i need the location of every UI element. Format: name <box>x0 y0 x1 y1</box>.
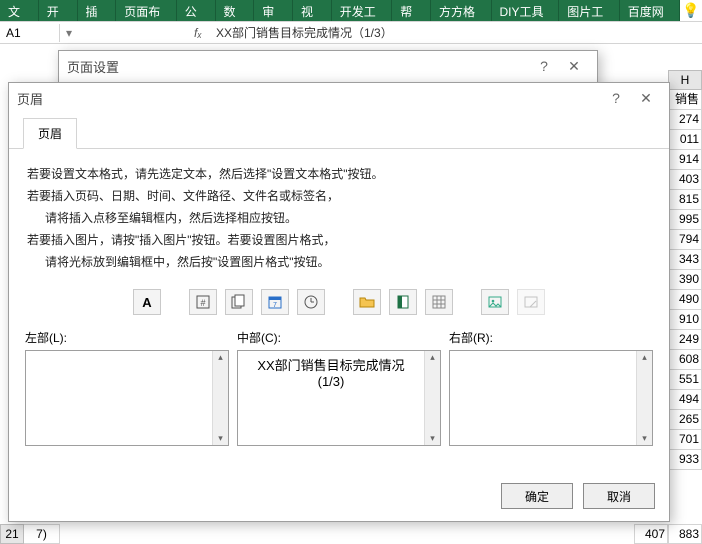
ribbon: 文件 开始 插入 页面布局 公式 数据 审阅 视图 开发工具 帮助 方方格子 D… <box>0 0 702 22</box>
svg-text:7: 7 <box>273 302 277 309</box>
fx-icon[interactable]: fₓ <box>188 26 208 40</box>
cell[interactable]: 608 <box>668 350 702 370</box>
name-box-dropdown-icon[interactable]: ▾ <box>60 26 78 40</box>
instruction-line: 请将光标放到编辑框中，然后按"设置图片格式"按钮。 <box>27 251 651 273</box>
insert-picture-icon[interactable] <box>481 289 509 315</box>
grid-column-h: H 销售 274 011 914 403 815 995 794 343 390… <box>668 70 702 470</box>
tab-header[interactable]: 页眉 <box>23 118 77 149</box>
right-section-input[interactable] <box>450 351 636 445</box>
ribbon-tab-review[interactable]: 审阅 <box>254 0 293 21</box>
scrollbar[interactable]: ▴▾ <box>636 351 652 445</box>
instruction-line: 请将插入点移至编辑框内，然后选择相应按钮。 <box>27 207 651 229</box>
center-section-label: 中部(C): <box>237 329 441 346</box>
cell[interactable]: 883 <box>668 524 702 544</box>
close-icon[interactable]: ✕ <box>631 90 661 107</box>
format-picture-icon[interactable] <box>517 289 545 315</box>
cell-label[interactable]: 销售 <box>668 90 702 110</box>
ribbon-tab-ffgz[interactable]: 方方格子 <box>431 0 492 21</box>
cell[interactable]: 490 <box>668 290 702 310</box>
scrollbar[interactable]: ▴▾ <box>212 351 228 445</box>
ribbon-tab-formulas[interactable]: 公式 <box>177 0 216 21</box>
right-section-box[interactable]: ▴▾ <box>449 350 653 446</box>
scrollbar[interactable]: ▴▾ <box>424 351 440 445</box>
formula-bar-row: A1 ▾ fₓ XX部门销售目标完成情况（1/3） <box>0 22 702 44</box>
time-icon[interactable] <box>297 289 325 315</box>
ribbon-tab-pictools[interactable]: 图片工具 <box>559 0 620 21</box>
cell-a21[interactable]: 7) <box>24 524 60 544</box>
date-icon[interactable]: 7 <box>261 289 289 315</box>
cell[interactable]: 249 <box>668 330 702 350</box>
page-setup-title: 页面设置 <box>67 57 529 76</box>
ribbon-tab-data[interactable]: 数据 <box>216 0 255 21</box>
svg-text:#: # <box>200 298 205 308</box>
file-path-icon[interactable] <box>353 289 381 315</box>
row-header-area: 21 <box>0 524 24 544</box>
ribbon-tab-pagelayout[interactable]: 页面布局 <box>116 0 177 21</box>
cell[interactable]: 794 <box>668 230 702 250</box>
sheet-name-icon[interactable] <box>425 289 453 315</box>
cell[interactable]: 995 <box>668 210 702 230</box>
cell[interactable]: 265 <box>668 410 702 430</box>
col-header-h[interactable]: H <box>668 70 702 90</box>
file-name-icon[interactable] <box>389 289 417 315</box>
header-dialog: 页眉 ? ✕ 页眉 若要设置文本格式，请先选定文本，然后选择"设置文本格式"按钮… <box>8 82 670 522</box>
ribbon-tab-insert[interactable]: 插入 <box>78 0 117 21</box>
tab-strip: 页眉 <box>9 113 669 149</box>
cell[interactable]: 910 <box>668 310 702 330</box>
ribbon-tab-home[interactable]: 开始 <box>39 0 78 21</box>
total-pages-icon[interactable] <box>225 289 253 315</box>
cell[interactable]: 274 <box>668 110 702 130</box>
text-format-icon[interactable]: A <box>133 289 161 315</box>
center-section-input[interactable] <box>238 351 424 445</box>
page-number-icon[interactable]: # <box>189 289 217 315</box>
center-section-box[interactable]: ▴▾ <box>237 350 441 446</box>
ribbon-tab-baidu[interactable]: 百度网盘 <box>620 0 681 21</box>
cell[interactable]: 390 <box>668 270 702 290</box>
left-section-input[interactable] <box>26 351 212 445</box>
cell[interactable]: 815 <box>668 190 702 210</box>
cell[interactable]: 403 <box>668 170 702 190</box>
dialog-buttons: 确定 取消 <box>501 483 655 509</box>
tell-me-icon[interactable]: 💡 <box>680 0 702 21</box>
instruction-line: 若要插入页码、日期、时间、文件路径、文件名或标签名， <box>27 185 651 207</box>
cell[interactable]: 011 <box>668 130 702 150</box>
cell[interactable]: 407 <box>634 524 668 544</box>
cell[interactable]: 701 <box>668 430 702 450</box>
cell[interactable]: 343 <box>668 250 702 270</box>
ok-button[interactable]: 确定 <box>501 483 573 509</box>
formula-bar[interactable]: XX部门销售目标完成情况（1/3） <box>208 22 702 43</box>
cell[interactable]: 933 <box>668 450 702 470</box>
help-icon[interactable]: ? <box>601 90 631 106</box>
ribbon-tab-help[interactable]: 帮助 <box>392 0 431 21</box>
ribbon-tab-file[interactable]: 文件 <box>0 0 39 21</box>
cell[interactable]: 551 <box>668 370 702 390</box>
close-icon[interactable]: ✕ <box>559 58 589 75</box>
header-toolbar: A # 7 <box>9 279 669 329</box>
cancel-button[interactable]: 取消 <box>583 483 655 509</box>
ribbon-tab-view[interactable]: 视图 <box>293 0 332 21</box>
instruction-line: 若要设置文本格式，请先选定文本，然后选择"设置文本格式"按钮。 <box>27 163 651 185</box>
left-section-box[interactable]: ▴▾ <box>25 350 229 446</box>
ribbon-tab-developer[interactable]: 开发工具 <box>332 0 393 21</box>
instructions: 若要设置文本格式，请先选定文本，然后选择"设置文本格式"按钮。 若要插入页码、日… <box>9 149 669 279</box>
ribbon-tab-diy[interactable]: DIY工具箱 <box>492 0 560 21</box>
name-box[interactable]: A1 <box>0 24 60 42</box>
header-dialog-title: 页眉 <box>17 89 601 108</box>
right-section-label: 右部(R): <box>449 329 653 346</box>
instruction-line: 若要插入图片，请按"插入图片"按钮。若要设置图片格式， <box>27 229 651 251</box>
row-header-21[interactable]: 21 <box>0 524 24 544</box>
left-section-label: 左部(L): <box>25 329 229 346</box>
header-edit-area: 左部(L): ▴▾ 中部(C): ▴▾ 右部(R): ▴▾ <box>9 329 669 446</box>
cell[interactable]: 914 <box>668 150 702 170</box>
cell[interactable]: 494 <box>668 390 702 410</box>
help-icon[interactable]: ? <box>529 58 559 74</box>
